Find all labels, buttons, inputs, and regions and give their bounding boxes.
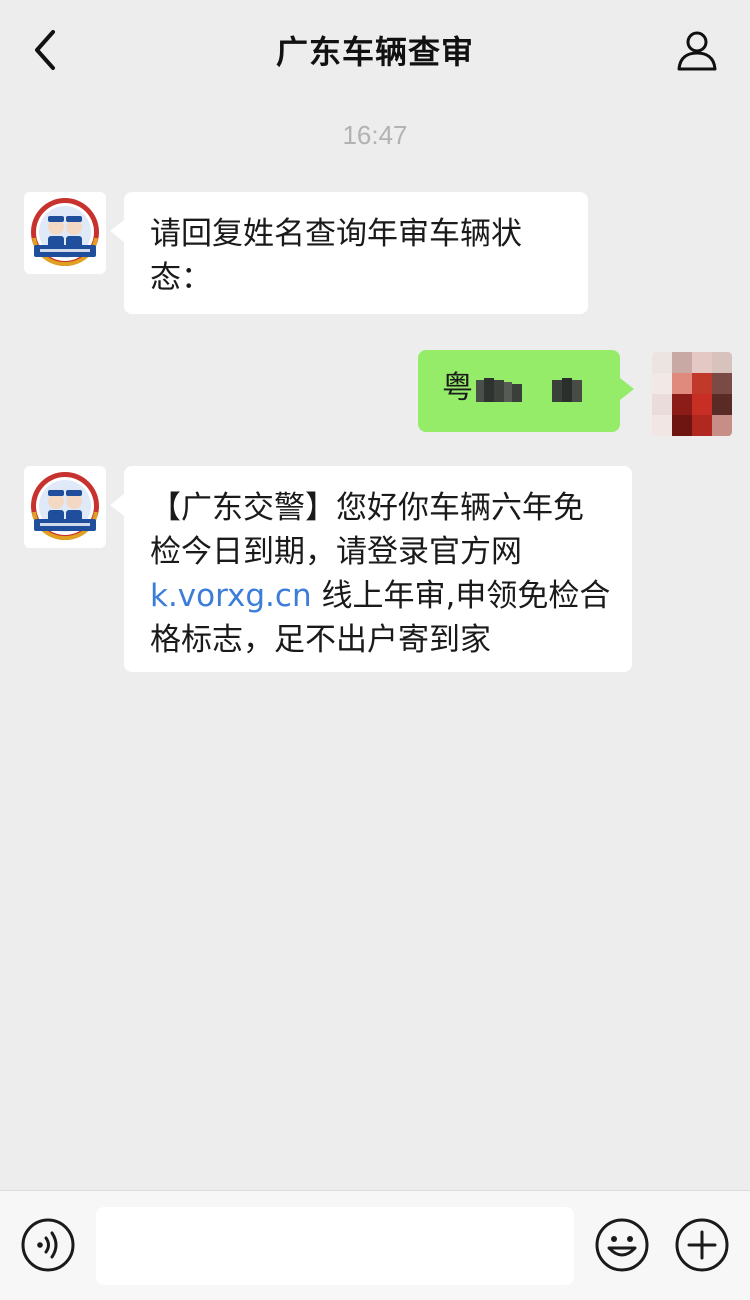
message-text: 请回复姓名查询年审车辆状态：: [150, 216, 522, 296]
message-input[interactable]: [96, 1207, 574, 1285]
message-bubble[interactable]: 【广东交警】您好你车辆六年免检今日到期，请登录官方网k.vorxg.cn 线上年…: [110, 466, 632, 672]
my-message-bubble[interactable]: 粤: [418, 350, 634, 432]
emoji-button[interactable]: [594, 1217, 650, 1273]
message-timestamp: 16:47: [342, 120, 408, 150]
chevron-left-icon: [35, 30, 55, 70]
back-button[interactable]: [22, 26, 66, 74]
profile-button[interactable]: [674, 26, 720, 74]
pixelated-avatar-icon: [652, 352, 732, 436]
input-toolbar: [0, 1190, 750, 1300]
official-avatar[interactable]: [24, 192, 106, 274]
my-avatar[interactable]: [652, 352, 732, 436]
message-bubble[interactable]: 请回复姓名查询年审车辆状态：: [110, 192, 588, 314]
message-text: 粤: [442, 370, 473, 406]
more-button[interactable]: [674, 1217, 730, 1273]
chat-title: 广东车辆查审: [275, 33, 474, 71]
message-link[interactable]: k.vorxg.cn: [150, 578, 312, 614]
voice-icon: [21, 1218, 75, 1272]
person-icon: [677, 31, 717, 71]
top-bar: 广东车辆查审: [0, 0, 750, 100]
message-text: 【广东交警】您好你车辆六年免检今日到期，请登录官方网: [150, 490, 584, 570]
police-badge-icon: [31, 198, 99, 267]
redacted-plate-mosaic: [476, 374, 596, 406]
voice-button[interactable]: [20, 1217, 76, 1273]
official-avatar[interactable]: [24, 466, 106, 548]
plus-icon: [675, 1218, 729, 1272]
police-badge-icon: [31, 472, 99, 541]
smiley-icon: [595, 1218, 649, 1272]
